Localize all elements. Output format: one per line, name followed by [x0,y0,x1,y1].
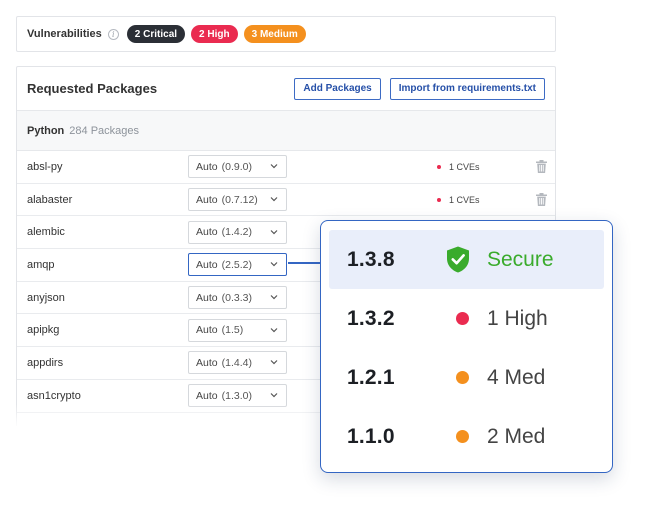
option-status: 2 Med [487,424,546,448]
version-mode: Auto [196,160,218,173]
critical-badge[interactable]: 2 Critical [126,25,186,43]
import-requirements-button[interactable]: Import from requirements.txt [389,77,545,100]
version-mode: Auto [196,324,218,337]
severity-dot-icon [456,312,469,325]
version-value: (1.4.2) [221,226,252,239]
version-popover: 1.3.8 Secure 1.3.2 1 High 1.2.1 4 Med 1.1.0 2 M… [320,220,613,473]
chevron-down-icon [270,295,278,300]
cve-text: 1 CVEs [449,161,480,172]
version-value: (2.5.2) [221,258,252,271]
cve-text: 1 CVEs [449,194,480,205]
cve-count: 1 CVEs [437,162,480,172]
version-value: (1.4.4) [221,356,252,369]
severity-dot-icon [456,430,469,443]
version-mode: Auto [196,226,218,239]
cve-count: 1 CVEs [437,195,480,205]
option-version: 1.2.1 [347,365,395,389]
trash-icon[interactable] [536,192,547,206]
section-language: Python [27,124,65,137]
version-mode: Auto [196,258,218,271]
table-row: absl-py Auto (0.9.0) 1 CVEs [17,151,555,184]
option-version: 1.3.2 [347,306,395,330]
version-value: (0.3.3) [221,291,252,304]
package-name: anyjson [27,291,65,304]
chevron-down-icon [270,327,278,333]
option-status: Secure [487,247,554,271]
high-badge[interactable]: 2 High [191,25,238,43]
package-name: asn1crypto [27,389,81,402]
version-select[interactable]: Auto (1.5) [188,318,287,342]
add-packages-button[interactable]: Add Packages [294,77,381,100]
version-option[interactable]: 1.1.0 2 Med [329,407,604,466]
option-version: 1.1.0 [347,424,395,448]
chevron-down-icon [270,360,278,365]
version-mode: Auto [196,356,218,369]
version-select[interactable]: Auto (1.4.4) [188,351,287,375]
version-mode: Auto [196,291,218,304]
option-version: 1.3.8 [347,247,395,271]
vulnerabilities-summary: Vulnerabilities i 2 Critical 2 High 3 Me… [16,16,556,52]
table-row: alabaster Auto (0.7.12) 1 CVEs [17,184,555,217]
info-icon[interactable]: i [107,28,119,40]
version-select[interactable]: Auto (1.4.2) [188,220,287,244]
package-name: alembic [27,226,65,239]
chevron-down-icon [270,164,278,169]
option-status: 1 High [487,306,548,330]
version-value: (0.7.12) [221,193,258,206]
shield-check-icon [447,246,469,273]
package-name: alabaster [27,193,73,206]
option-status: 4 Med [487,365,546,389]
package-name: apipkg [27,324,60,337]
version-select[interactable]: Auto (0.3.3) [188,286,287,310]
severity-dot-icon [437,164,441,169]
severity-dot-icon [437,197,441,202]
chevron-down-icon [270,197,278,202]
package-name: absl-py [27,160,63,173]
panel-title: Requested Packages [27,81,158,96]
version-option[interactable]: 1.2.1 4 Med [329,348,604,407]
medium-badge[interactable]: 3 Medium [243,25,306,43]
version-option[interactable]: 1.3.8 Secure [329,230,604,289]
version-select[interactable]: Auto (2.5.2) [188,253,287,277]
popover-connector [288,262,321,264]
version-value: (1.3.0) [221,389,252,402]
version-select[interactable]: Auto (0.9.0) [188,155,287,179]
version-mode: Auto [196,389,218,402]
version-value: (1.5) [221,324,244,337]
chevron-down-icon [270,229,278,235]
package-name: appdirs [27,356,64,369]
version-mode: Auto [196,193,218,206]
version-select[interactable]: Auto (0.7.12) [188,188,287,212]
vulnerabilities-label: Vulnerabilities [27,28,102,40]
language-section-header: Python 284 Packages [17,111,555,151]
version-value: (0.9.0) [221,160,252,173]
trash-icon[interactable] [536,160,547,173]
chevron-down-icon [270,262,278,267]
section-package-count: 284 Packages [69,124,139,137]
severity-dot-icon [456,371,469,384]
chevron-down-icon [270,393,278,398]
package-name: amqp [27,258,55,271]
version-option[interactable]: 1.3.2 1 High [329,289,604,348]
panel-header: Requested Packages Add Packages Import f… [17,67,555,111]
